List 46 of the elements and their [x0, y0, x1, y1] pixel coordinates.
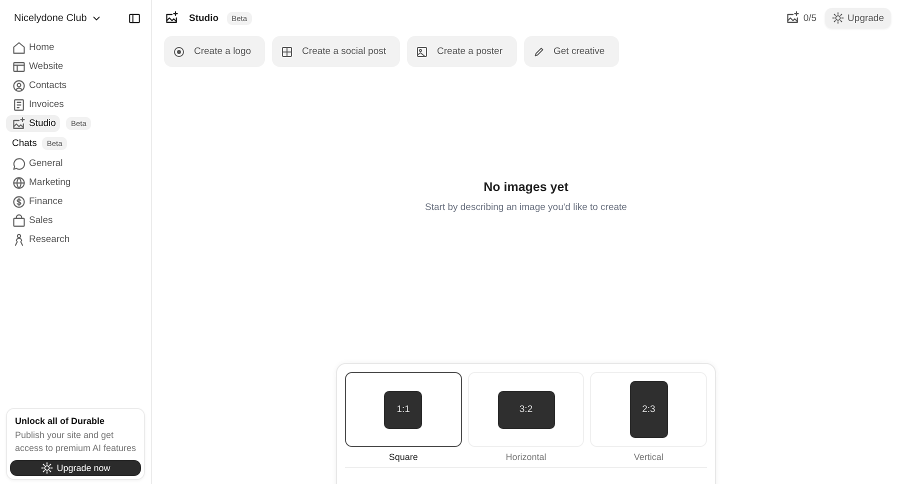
grid-icon	[281, 46, 294, 58]
people-icon	[12, 232, 26, 246]
credits-counter: 0/5	[803, 12, 817, 24]
suggestion-chip[interactable]: Create a poster	[407, 36, 516, 67]
sidebar-item[interactable]: Website	[6, 58, 68, 75]
upgrade-button[interactable]: Upgrade	[824, 8, 891, 28]
image-sparkle-icon	[12, 116, 26, 130]
suggestion-chip[interactable]: Create a social post	[272, 36, 400, 67]
sidebar-item[interactable]: Home	[6, 39, 58, 56]
page-title: Studio	[189, 12, 219, 24]
sparkle-gear-icon	[40, 462, 53, 474]
image-sparkle-icon	[165, 11, 179, 25]
empty-title: No images yet	[484, 180, 568, 194]
sidebar-toggle-icon	[128, 12, 141, 24]
image-sparkle-icon	[786, 11, 800, 25]
ratio-preview: 3:2	[498, 390, 554, 428]
home-icon	[12, 40, 26, 54]
chat-item[interactable]: Sales	[6, 212, 57, 229]
user-circle-icon	[12, 78, 26, 92]
suggestion-chip[interactable]: Create a logo	[164, 36, 266, 67]
upgrade-now-button[interactable]: Upgrade now	[10, 460, 141, 476]
sidebar-item[interactable]: Invoices	[6, 96, 68, 113]
shopping-bag-icon	[12, 214, 26, 228]
receipt-icon	[12, 98, 26, 112]
chat-item[interactable]: General	[6, 155, 67, 172]
ratio-preview: 2:3	[630, 381, 668, 438]
chat-item[interactable]: Marketing	[6, 174, 75, 191]
chat-item[interactable]: Research	[6, 231, 74, 248]
pencil-icon	[532, 46, 544, 58]
browser-icon	[12, 60, 26, 74]
promo-title: Unlock all of Durable	[14, 416, 106, 426]
workspace-switcher[interactable]: Nicelydone Club	[14, 12, 102, 24]
sidebar-item[interactable]: Studio	[6, 115, 60, 132]
empty-text: Start by describing an image you'd like to create	[425, 202, 627, 213]
dollar-circle-icon	[12, 194, 26, 208]
chat-item[interactable]: Finance	[6, 193, 67, 210]
promo-text: Publish your site and get access to premium AI features	[14, 429, 138, 454]
sidebar-item[interactable]: Contacts	[6, 77, 70, 94]
chat-bubble-icon	[12, 156, 26, 170]
suggestion-chip[interactable]: Get creative	[524, 36, 619, 67]
section-heading: Chats	[12, 138, 37, 149]
image-icon	[416, 46, 428, 58]
globe-icon	[12, 176, 26, 190]
sparkle-gear-icon	[832, 12, 844, 24]
target-icon	[173, 46, 185, 58]
ratio-preview: 1:1	[384, 390, 422, 428]
